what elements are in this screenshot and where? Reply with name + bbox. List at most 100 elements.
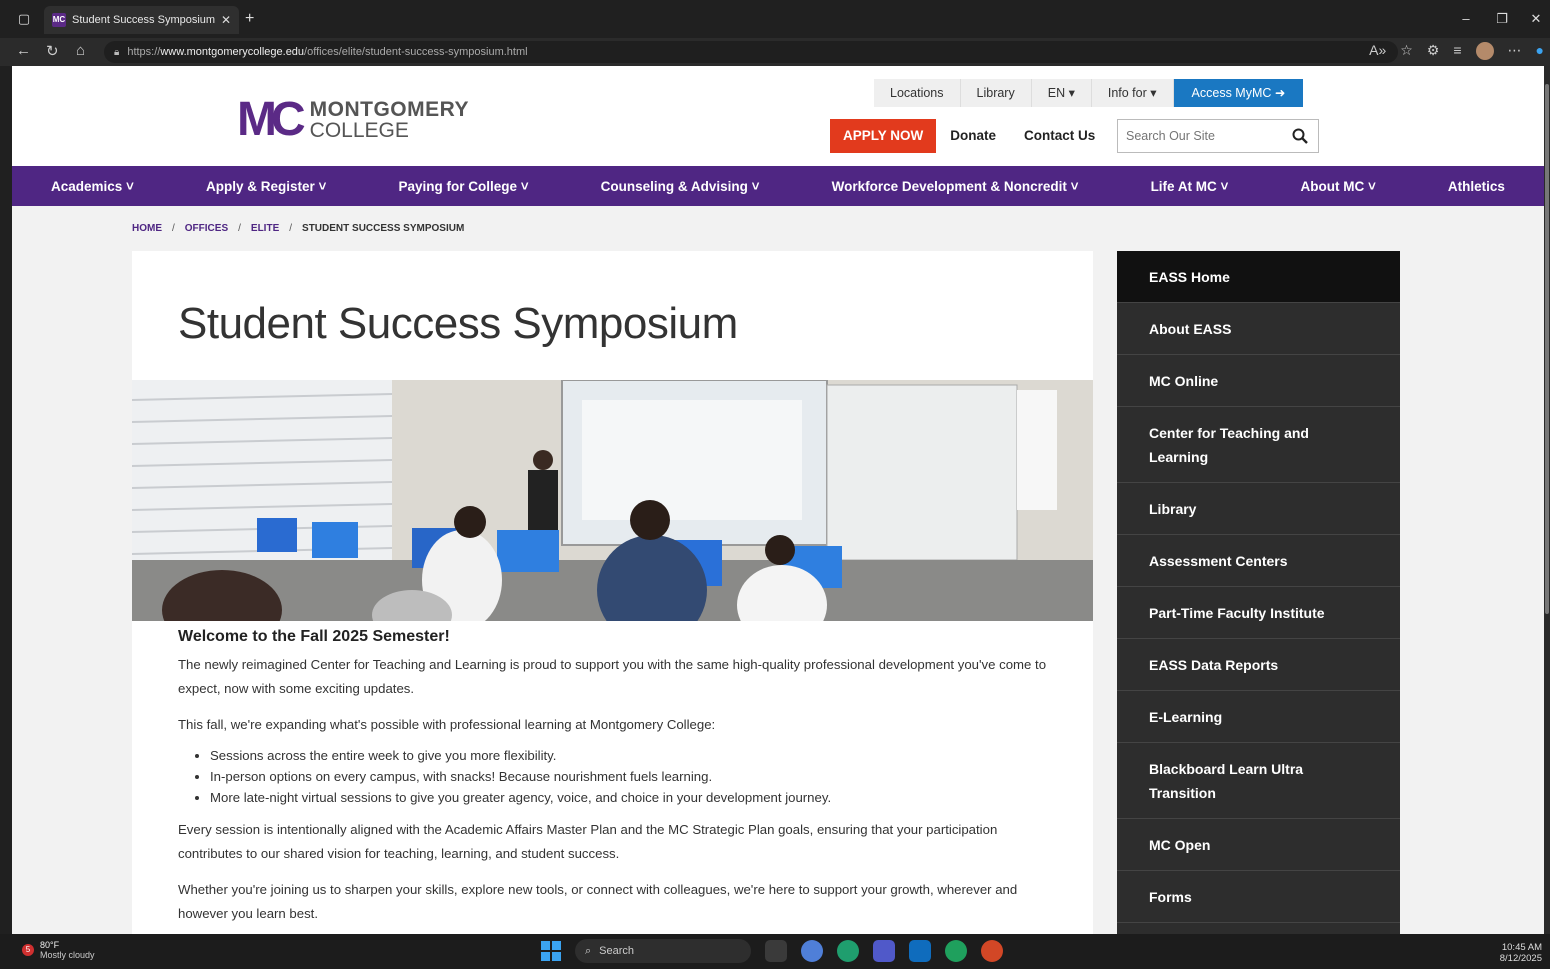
- nav-life-at-mc[interactable]: Life At MC ˅: [1151, 179, 1229, 194]
- address-bar: ← ↻ ⌂ 🔒︎ https://www.montgomerycollege.e…: [0, 38, 1550, 66]
- sidebar-toggle-icon[interactable]: ▢: [14, 9, 34, 29]
- minimize-icon[interactable]: –: [1456, 9, 1476, 29]
- search-icon[interactable]: [1292, 128, 1308, 144]
- system-clock[interactable]: 10:45 AM 8/12/2025: [1500, 942, 1542, 964]
- paragraph-alignment: Every session is intentionally aligned w…: [178, 822, 998, 861]
- weather-condition: Mostly cloudy: [40, 950, 95, 960]
- edge-active-icon[interactable]: [945, 940, 967, 962]
- section-heading: Welcome to the Fall 2025 Semester!: [178, 628, 450, 645]
- apply-now-button[interactable]: APPLY NOW: [830, 119, 937, 153]
- windows-start-icon[interactable]: [541, 941, 561, 961]
- breadcrumb-offices[interactable]: Offices: [185, 223, 228, 234]
- main-content: Student Success Symposium Welcome to the…: [132, 251, 1093, 934]
- locations-link[interactable]: Locations: [874, 79, 961, 107]
- sidenav-about-eass[interactable]: About EASS: [1117, 303, 1400, 355]
- donate-link[interactable]: Donate: [936, 119, 1010, 153]
- sidenav-eass-home[interactable]: EASS Home: [1117, 251, 1400, 303]
- breadcrumb-separator: /: [238, 223, 241, 234]
- copilot-app-icon[interactable]: [801, 940, 823, 962]
- tab-title: Student Success Symposium | Mo: [72, 14, 215, 26]
- list-item: Sessions across the entire week to give …: [210, 745, 1058, 766]
- nav-paying-for-college[interactable]: Paying for College ˅: [398, 179, 528, 194]
- montgomery-college-logo[interactable]: MC MONTGOMERY COLLEGE: [237, 96, 469, 144]
- browser-tab-active[interactable]: MC Student Success Symposium | Mo ✕: [44, 6, 239, 34]
- clock-date: 8/12/2025: [1499, 953, 1542, 964]
- favicon-icon: MC: [52, 13, 66, 27]
- access-mymc-button[interactable]: Access MyMC ➜: [1173, 79, 1304, 107]
- sidenav-e-learning[interactable]: E-Learning: [1117, 691, 1400, 743]
- search-input[interactable]: [1118, 120, 1278, 152]
- sidenav-center-teaching-learning[interactable]: Center for Teaching and Learning: [1117, 407, 1400, 483]
- url-path: /offices/elite/student-success-symposium…: [304, 46, 528, 58]
- breadcrumb-home[interactable]: Home: [132, 223, 162, 234]
- nav-academics[interactable]: Academics ˅: [51, 179, 134, 194]
- back-icon[interactable]: ←: [16, 42, 31, 59]
- taskbar-apps: ⌕ Search: [541, 939, 1003, 963]
- refresh-icon[interactable]: ↻: [46, 42, 59, 60]
- close-window-icon[interactable]: ✕: [1526, 9, 1546, 29]
- scrollbar-thumb[interactable]: [1545, 84, 1549, 614]
- browser-tab-bar: ▢ MC Student Success Symposium | Mo ✕ + …: [0, 0, 1550, 38]
- lock-icon: 🔒︎: [114, 46, 120, 58]
- windows-taskbar: 5 80°F Mostly cloudy ⌕ Search 10:45 AM 8…: [0, 934, 1550, 969]
- url-domain: www.montgomerycollege.edu: [160, 46, 305, 58]
- close-tab-icon[interactable]: ✕: [221, 13, 231, 27]
- info-for-dropdown[interactable]: Info for ▾: [1091, 79, 1174, 107]
- copilot-icon[interactable]: ●: [1536, 42, 1544, 60]
- list-item: More late-night virtual sessions to give…: [210, 787, 1058, 808]
- nav-counseling-advising[interactable]: Counseling & Advising ˅: [601, 179, 760, 194]
- sidenav-library[interactable]: Library: [1117, 483, 1400, 535]
- favorite-star-icon[interactable]: ☆: [1400, 42, 1413, 60]
- sidenav-part-time-faculty-institute[interactable]: Part-Time Faculty Institute: [1117, 587, 1400, 639]
- edge-icon[interactable]: [837, 940, 859, 962]
- paragraph-intro: The newly reimagined Center for Teaching…: [178, 657, 1047, 696]
- taskbar-search[interactable]: ⌕ Search: [575, 939, 751, 963]
- nav-about-mc[interactable]: About MC ˅: [1301, 179, 1376, 194]
- logo-mark: MC: [237, 93, 306, 146]
- taskbar-search-label: Search: [599, 945, 635, 957]
- profile-avatar[interactable]: [1475, 42, 1494, 60]
- main-nav: Academics ˅ Apply & Register ˅ Paying fo…: [12, 166, 1544, 206]
- content-body: Welcome to the Fall 2025 Semester! The n…: [178, 627, 1058, 934]
- weather-widget[interactable]: 5 80°F Mostly cloudy: [22, 940, 95, 960]
- paragraph-expanding: This fall, we're expanding what's possib…: [178, 717, 716, 732]
- weather-temp: 80°F: [40, 940, 60, 950]
- home-icon[interactable]: ⌂: [76, 42, 85, 59]
- breadcrumb-current: Student Success Symposium: [302, 223, 465, 234]
- sidenav-blackboard-ultra[interactable]: Blackboard Learn Ultra Transition: [1117, 743, 1400, 819]
- paragraph-support: Whether you're joining us to sharpen you…: [178, 882, 1018, 921]
- url-field[interactable]: 🔒︎ https://www.montgomerycollege.edu/off…: [104, 41, 1398, 63]
- breadcrumb-elite[interactable]: ELITE: [251, 223, 279, 234]
- contact-us-link[interactable]: Contact Us: [1010, 119, 1109, 153]
- sidenav-assessment-centers[interactable]: Assessment Centers: [1117, 535, 1400, 587]
- outlook-icon[interactable]: [909, 940, 931, 962]
- classroom-photo: [132, 380, 1093, 621]
- task-view-icon[interactable]: [765, 940, 787, 962]
- sidenav-mc-online[interactable]: MC Online: [1117, 355, 1400, 407]
- clock-time: 10:45 AM: [1501, 942, 1542, 953]
- sidenav-eass-data-reports[interactable]: EASS Data Reports: [1117, 639, 1400, 691]
- page-title: Student Success Symposium: [178, 299, 738, 348]
- nav-workforce-development[interactable]: Workforce Development & Noncredit ˅: [832, 179, 1079, 194]
- sidenav-mc-open[interactable]: MC Open: [1117, 819, 1400, 871]
- restore-icon[interactable]: ❐: [1492, 9, 1512, 29]
- powerpoint-icon[interactable]: [981, 940, 1003, 962]
- library-link[interactable]: Library: [960, 79, 1032, 107]
- nav-athletics[interactable]: Athletics: [1448, 179, 1505, 194]
- page-scrollbar[interactable]: [1544, 66, 1550, 934]
- teams-icon[interactable]: [873, 940, 895, 962]
- header-actions: APPLY NOW Donate Contact Us: [830, 119, 1109, 153]
- favorites-icon[interactable]: ≡: [1453, 42, 1461, 60]
- breadcrumb-separator: /: [172, 223, 175, 234]
- new-tab-icon[interactable]: +: [245, 10, 254, 28]
- site-header: MC MONTGOMERY COLLEGE Locations Library …: [12, 66, 1544, 166]
- more-icon[interactable]: ⋯: [1508, 42, 1522, 60]
- read-aloud-icon[interactable]: A»: [1369, 42, 1386, 60]
- sidenav-forms[interactable]: Forms: [1117, 871, 1400, 923]
- extensions-icon[interactable]: ⚙: [1427, 42, 1440, 60]
- section-side-nav: EASS Home About EASS MC Online Center fo…: [1117, 251, 1400, 934]
- updates-list: Sessions across the entire week to give …: [210, 745, 1058, 808]
- language-selector[interactable]: EN ▾: [1031, 79, 1092, 107]
- logo-line2: COLLEGE: [309, 119, 409, 142]
- nav-apply-register[interactable]: Apply & Register ˅: [206, 179, 326, 194]
